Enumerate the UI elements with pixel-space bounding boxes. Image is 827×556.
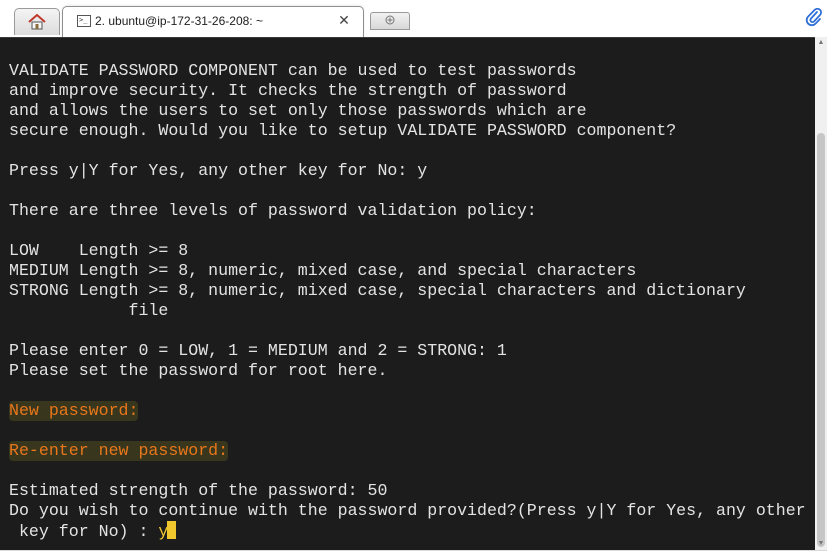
terminal-line: and allows the users to set only those p… <box>9 101 587 120</box>
terminal-line: Please enter 0 = LOW, 1 = MEDIUM and 2 =… <box>9 341 507 360</box>
scroll-up-icon[interactable]: ▲ <box>817 39 825 47</box>
tab-bar: >_ 2. ubuntu@ip-172-31-26-208: ~ ✕ <box>0 0 827 37</box>
new-tab-button[interactable] <box>370 12 410 30</box>
terminal-line: MEDIUM Length >= 8, numeric, mixed case,… <box>9 261 637 280</box>
terminal-line: STRONG Length >= 8, numeric, mixed case,… <box>9 281 746 300</box>
terminal-line: and improve security. It checks the stre… <box>9 81 567 100</box>
terminal-cursor <box>167 521 177 539</box>
terminal-line: LOW Length >= 8 <box>9 241 189 260</box>
scroll-thumb[interactable] <box>817 133 825 547</box>
terminal-line: Do you wish to continue with the passwor… <box>9 501 806 520</box>
terminal-line: VALIDATE PASSWORD COMPONENT can be used … <box>9 61 577 80</box>
home-icon <box>28 14 46 30</box>
reenter-password-prompt: Re-enter new password: <box>9 441 229 461</box>
vertical-scrollbar[interactable]: ▲ ▼ <box>815 37 827 550</box>
bottom-status-strip <box>0 550 827 556</box>
tab-title: 2. ubuntu@ip-172-31-26-208: ~ <box>95 14 263 28</box>
continue-prompt: key for No) : <box>9 522 159 541</box>
terminal-line: Estimated strength of the password: 50 <box>9 481 388 500</box>
terminal-output[interactable]: VALIDATE PASSWORD COMPONENT can be used … <box>0 37 815 551</box>
terminal-input-line[interactable]: key for No) : y <box>9 521 177 541</box>
new-tab-plus-icon <box>383 12 397 30</box>
terminal-line: Please set the password for root here. <box>9 361 388 380</box>
terminal-line: file <box>9 301 169 320</box>
paperclip-icon[interactable] <box>804 7 824 27</box>
tab-session[interactable]: >_ 2. ubuntu@ip-172-31-26-208: ~ ✕ <box>62 6 364 37</box>
terminal-line: secure enough. Would you like to setup V… <box>9 121 677 140</box>
terminal-line: There are three levels of password valid… <box>9 201 537 220</box>
home-tab[interactable] <box>14 8 60 35</box>
new-password-prompt: New password: <box>9 401 139 421</box>
terminal-line: Press y|Y for Yes, any other key for No:… <box>9 161 428 180</box>
close-icon[interactable]: ✕ <box>336 12 352 28</box>
terminal-icon: >_ <box>77 15 91 27</box>
scroll-down-icon[interactable]: ▼ <box>817 540 825 548</box>
